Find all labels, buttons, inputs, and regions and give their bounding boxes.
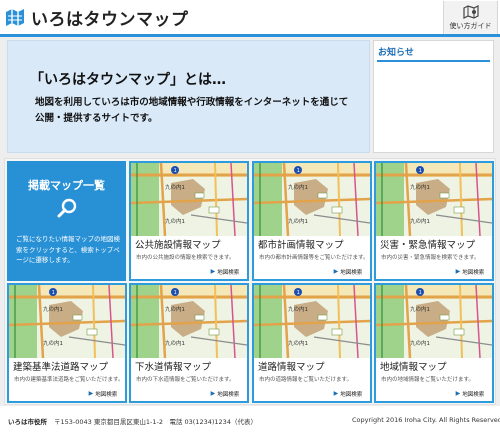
map-pin-label: 1 bbox=[52, 290, 55, 296]
usage-guide-label: 使い方ガイド bbox=[449, 21, 492, 30]
map-search-label: 地図検索 bbox=[95, 391, 118, 398]
map-station-label: 九の内1 bbox=[165, 217, 185, 225]
map-search-label: 地図検索 bbox=[340, 391, 363, 398]
map-pin-label: 1 bbox=[419, 168, 422, 174]
map-search-label: 地図検索 bbox=[340, 269, 363, 276]
map-search-button[interactable]: ▶ 地図検索 bbox=[448, 264, 492, 279]
map-station-label: 九の内1 bbox=[410, 217, 430, 225]
map-search-label: 地図検索 bbox=[217, 269, 240, 276]
map-card-title: 災害・緊急情報マップ bbox=[380, 240, 476, 251]
map-station-label: 九の内1 bbox=[165, 183, 185, 191]
news-divider bbox=[377, 60, 490, 62]
map-pin-label: 1 bbox=[297, 290, 300, 296]
play-arrow-icon: ▶ bbox=[210, 390, 216, 397]
play-arrow-icon: ▶ bbox=[455, 390, 461, 397]
map-search-button[interactable]: ▶ 地図検索 bbox=[326, 264, 370, 279]
map-station-label: 九の内1 bbox=[288, 217, 308, 225]
map-search-button[interactable]: ▶ 地図検索 bbox=[203, 264, 247, 279]
news-title: お知らせ bbox=[378, 48, 414, 58]
search-icon bbox=[57, 198, 77, 218]
map-card-title: 公共施設情報マップ bbox=[135, 240, 221, 251]
map-search-label: 地図検索 bbox=[217, 391, 240, 398]
map-thumbnail: 九の内1 九の内1 1 bbox=[376, 285, 492, 358]
map-card-title: 道路情報マップ bbox=[258, 362, 325, 373]
footer-office-name: いろは市役所 bbox=[8, 418, 47, 426]
play-arrow-icon: ▶ bbox=[455, 268, 461, 275]
map-card-disaster-emergency[interactable]: 九の内1 九の内1 1 災害・緊急情報マップ市内の災害・緊急情報を検索できます。 ▶ 地図… bbox=[374, 161, 494, 281]
map-card-description: 市内の下水道情報をご覧いただけます。 bbox=[136, 377, 235, 383]
map-card-title: 地域情報マップ bbox=[380, 362, 447, 373]
about-description: 地図を利用していろは市の地域情報や行政情報をインターネットを通じて公開・提供する… bbox=[35, 97, 349, 124]
map-card-description: 市内の地域情報をご覧いただけます。 bbox=[381, 377, 474, 383]
map-station-label: 九の内1 bbox=[165, 305, 185, 313]
map-card-city-planning[interactable]: 九の内1 九の内1 1 都市計画情報マップ市内の都市計画情報等をご覧いただけます。 ▶ 地… bbox=[252, 161, 372, 281]
map-pin-label: 1 bbox=[174, 290, 177, 296]
map-thumbnail: 九の内1 九の内1 1 bbox=[376, 163, 492, 236]
map-list-panel[interactable]: 掲載マップ一覧 ご覧になりたい情報マップの地図検索をクリックすると、検索トップペ… bbox=[7, 161, 126, 281]
map-list-description: ご覧になりたい情報マップの地図検索をクリックすると、検索トップページに遷移します… bbox=[16, 235, 120, 264]
play-arrow-icon: ▶ bbox=[88, 390, 94, 397]
map-station-label: 九の内1 bbox=[43, 305, 63, 313]
map-station-label: 九の内1 bbox=[410, 305, 430, 313]
footer-copyright: Copyright 2016 Iroha City. All Rights Re… bbox=[352, 416, 500, 424]
footer-address: 〒153-0043 東京都目黒区東山1-1-2 電話 03(1234)1234（… bbox=[54, 418, 257, 426]
map-guide-icon bbox=[462, 4, 479, 19]
map-thumbnail: 九の内1 九の内1 1 bbox=[131, 285, 247, 358]
header-divider bbox=[0, 34, 500, 37]
map-station-label: 九の内1 bbox=[410, 183, 430, 191]
map-card-description: 市内の道路情報をご覧いただけます。 bbox=[259, 377, 352, 383]
map-thumbnail: 九の内1 九の内1 1 bbox=[254, 285, 370, 358]
map-station-label: 九の内1 bbox=[288, 183, 308, 191]
map-station-label: 九の内1 bbox=[288, 305, 308, 313]
map-card-sewer[interactable]: 九の内1 九の内1 1 下水道情報マップ市内の下水道情報をご覧いただけます。 ▶ 地図検索 bbox=[129, 283, 249, 403]
map-card-building-road[interactable]: 九の内1 九の内1 1 建築基準法道路マップ市内の建築基準法道路をご覧いただけます。 ▶… bbox=[7, 283, 127, 403]
play-arrow-icon: ▶ bbox=[333, 390, 339, 397]
map-thumbnail: 九の内1 九の内1 1 bbox=[131, 163, 247, 236]
site-footer: いろは市役所 〒153-0043 東京都目黒区東山1-1-2 電話 03(123… bbox=[0, 406, 500, 434]
map-card-title: 都市計画情報マップ bbox=[258, 240, 344, 251]
map-search-button[interactable]: ▶ 地図検索 bbox=[81, 386, 125, 401]
map-search-button[interactable]: ▶ 地図検索 bbox=[326, 386, 370, 401]
site-header: いろはタウンマップ 使い方ガイド bbox=[0, 0, 500, 34]
map-card-area-info[interactable]: 九の内1 九の内1 1 地域情報マップ市内の地域情報をご覧いただけます。 ▶ 地図検索 bbox=[374, 283, 494, 403]
map-card-description: 市内の災害・緊急情報を検索できます。 bbox=[381, 255, 480, 261]
map-card-description: 市内の都市計画情報等をご覧いただけます。 bbox=[259, 255, 369, 261]
map-pin-label: 1 bbox=[419, 290, 422, 296]
site-logo-link[interactable]: いろはタウンマップ bbox=[4, 5, 189, 30]
map-list-title: 掲載マップ一覧 bbox=[28, 179, 105, 192]
site-name: いろはタウンマップ bbox=[31, 9, 189, 30]
map-search-label: 地図検索 bbox=[462, 391, 485, 398]
map-thumbnail: 九の内1 九の内1 1 bbox=[254, 163, 370, 236]
usage-guide-button[interactable]: 使い方ガイド bbox=[443, 1, 498, 34]
map-pin-label: 1 bbox=[174, 168, 177, 174]
map-search-label: 地図検索 bbox=[462, 269, 485, 276]
play-arrow-icon: ▶ bbox=[333, 268, 339, 275]
map-card-description: 市内の公共施設の情報を検索できます。 bbox=[136, 255, 235, 261]
map-station-label: 九の内1 bbox=[288, 339, 308, 347]
about-title: 「いろはタウンマップ」とは… bbox=[30, 72, 226, 88]
play-arrow-icon: ▶ bbox=[210, 268, 216, 275]
map-card-description: 市内の建築基準法道路をご覧いただけます。 bbox=[14, 377, 124, 383]
map-card-public-facility[interactable]: 九の内1 九の内1 1 公共施設情報マップ市内の公共施設の情報を検索できます。 ▶ 地図検… bbox=[129, 161, 249, 281]
map-card-title: 建築基準法道路マップ bbox=[13, 362, 109, 373]
map-logo-icon bbox=[6, 9, 24, 26]
map-card-road[interactable]: 九の内1 九の内1 1 道路情報マップ市内の道路情報をご覧いただけます。 ▶ 地図検索 bbox=[252, 283, 372, 403]
map-pin-label: 1 bbox=[297, 168, 300, 174]
map-card-title: 下水道情報マップ bbox=[135, 362, 212, 373]
map-station-label: 九の内1 bbox=[165, 339, 185, 347]
map-thumbnail: 九の内1 九の内1 1 bbox=[9, 285, 125, 358]
about-banner: 「いろはタウンマップ」とは… 地図を利用していろは市の地域情報や行政情報をインタ… bbox=[7, 40, 370, 153]
map-search-button[interactable]: ▶ 地図検索 bbox=[203, 386, 247, 401]
map-station-label: 九の内1 bbox=[410, 339, 430, 347]
map-search-button[interactable]: ▶ 地図検索 bbox=[448, 386, 492, 401]
map-station-label: 九の内1 bbox=[43, 339, 63, 347]
news-panel: お知らせ bbox=[373, 40, 494, 153]
